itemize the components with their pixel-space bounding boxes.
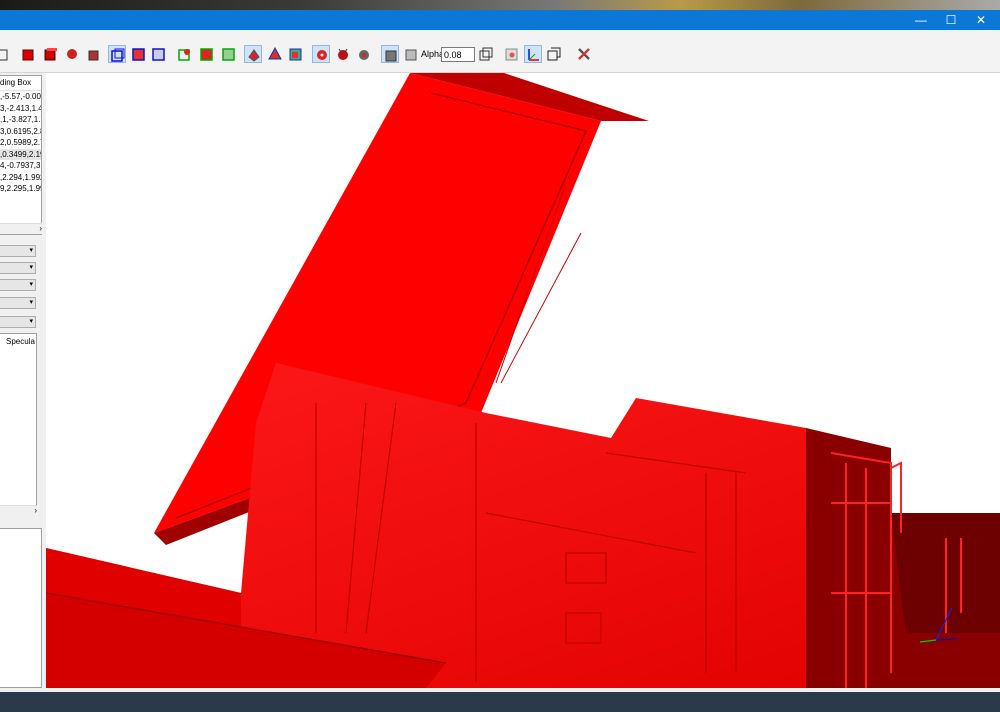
dark-cube-icon[interactable] — [85, 45, 103, 63]
list-horizontal-scrollbar[interactable]: › — [0, 223, 42, 234]
list-item-selected[interactable]: ,0.3499,2.19 — [0, 148, 41, 160]
material-panel[interactable]: Specula — [0, 333, 37, 516]
open-box-icon[interactable] — [545, 45, 563, 63]
tools-icon[interactable] — [575, 45, 593, 63]
wire-blue-cube-active-icon[interactable] — [108, 45, 126, 63]
close-button[interactable]: ✕ — [966, 10, 996, 30]
list-header: ding Box — [0, 76, 41, 91]
list-item[interactable]: 3,-2.413,1.4 — [0, 103, 41, 115]
list-item[interactable]: ,2.294,1.992 — [0, 172, 41, 184]
wire-green-cube-2-icon[interactable] — [198, 45, 216, 63]
gray-cube-icon[interactable] — [402, 45, 420, 63]
list-item[interactable]: 9,2.295,1.99 — [0, 183, 41, 195]
desktop-background-strip — [0, 0, 1000, 10]
solid-red-cube-icon[interactable] — [19, 45, 37, 63]
red-dot-icon[interactable] — [312, 45, 330, 63]
wire-blue-cube-icon[interactable] — [130, 45, 148, 63]
taskbar — [0, 692, 1000, 712]
gray-cube-active-icon[interactable] — [381, 45, 399, 63]
red-mesh-icon[interactable] — [266, 45, 284, 63]
maximize-button[interactable]: ☐ — [936, 10, 966, 30]
combo-3[interactable]: ▾ — [0, 279, 36, 291]
cube-eye-icon[interactable] — [503, 45, 521, 63]
bounding-box-list[interactable]: ding Box ,-5.57,-0.002 3,-2.413,1.4 ,1,-… — [0, 75, 42, 235]
gear-blob-icon[interactable] — [355, 45, 373, 63]
red-blob-icon[interactable] — [244, 45, 262, 63]
list-item[interactable]: 4,-0.7937,3. — [0, 160, 41, 172]
list-item[interactable]: ,1,-3.827,1.7 — [0, 114, 41, 126]
outline-cube-icon[interactable] — [477, 45, 495, 63]
wire-green-cube-3-icon[interactable] — [220, 45, 238, 63]
red-bug-icon[interactable] — [334, 45, 352, 63]
combo-4[interactable]: ▾ — [0, 297, 36, 309]
window-titlebar: — ☐ ✕ — [0, 10, 1000, 30]
wire-blue-cube-2-icon[interactable] — [150, 45, 168, 63]
specular-label: Specula — [6, 337, 35, 346]
3d-viewport[interactable] — [46, 73, 1000, 688]
solid-red-cube-2-icon[interactable] — [41, 45, 59, 63]
alpha-input[interactable] — [441, 47, 475, 62]
list-item[interactable]: 3,0.6195,2.8 — [0, 126, 41, 138]
box-icon[interactable] — [0, 45, 12, 63]
wire-green-cube-icon[interactable] — [176, 45, 194, 63]
combo-5[interactable]: ▾ — [0, 316, 36, 328]
list-item[interactable]: 2,0.5989,2.7 — [0, 137, 41, 149]
red-mesh-2-icon[interactable] — [287, 45, 305, 63]
material-horizontal-scrollbar[interactable]: › — [0, 505, 37, 516]
axes-icon[interactable] — [524, 45, 542, 63]
left-panel: ding Box ,-5.57,-0.002 3,-2.413,1.4 ,1,-… — [0, 73, 46, 688]
combo-2[interactable]: ▾ — [0, 262, 36, 274]
combo-1[interactable]: ▾ — [0, 245, 36, 257]
minimize-button[interactable]: — — [906, 10, 936, 30]
red-model-render — [46, 73, 1000, 688]
list-item[interactable]: ,-5.57,-0.002 — [0, 91, 41, 103]
properties-panel[interactable] — [0, 528, 42, 688]
shaded-red-cube-icon[interactable] — [63, 45, 81, 63]
